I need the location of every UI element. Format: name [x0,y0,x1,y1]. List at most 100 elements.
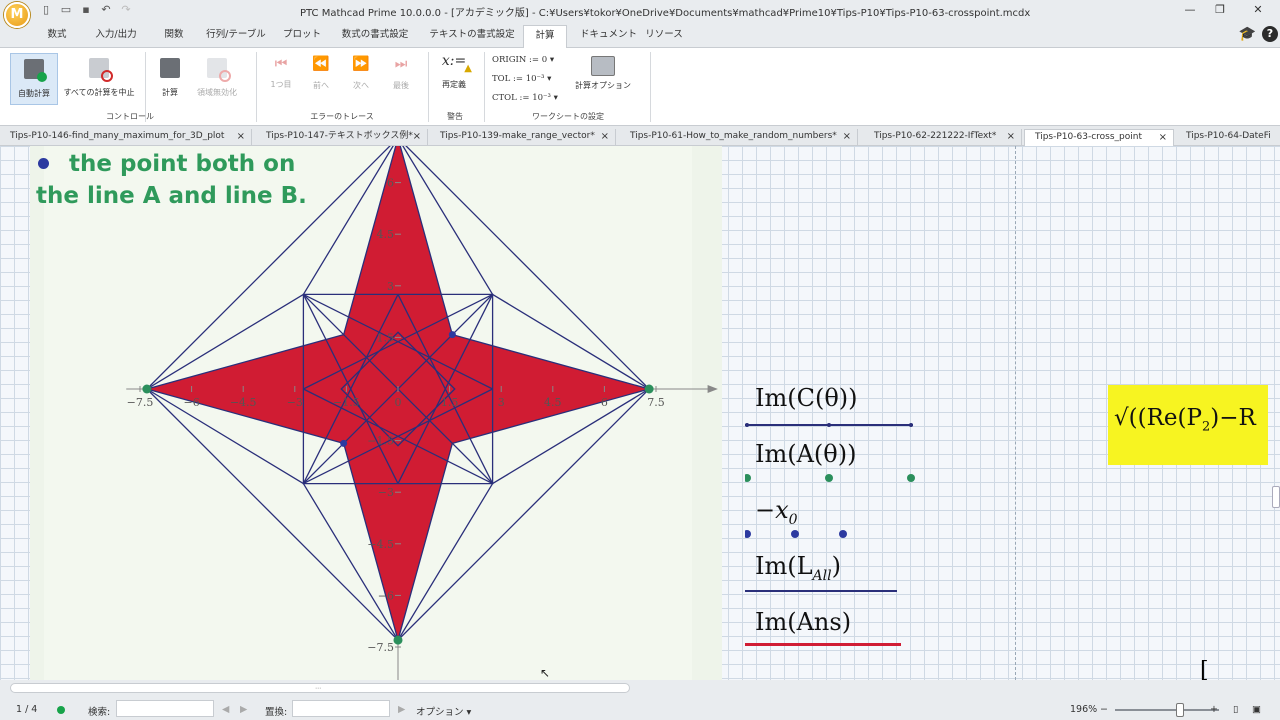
calculator-stop-icon [89,58,113,82]
academic-cap-icon[interactable]: 🎓 [1239,26,1256,42]
calculate-label: 計算 [162,88,178,97]
doc-tab[interactable]: Tips-P10-62-221222-IfText* × [864,129,1022,146]
next-arrow-icon: ⏩ [352,56,370,72]
legend-line-l-all [745,590,897,592]
zoom-in-icon[interactable]: + [1210,704,1218,715]
help-button[interactable]: ? [1262,26,1278,42]
auto-calc-button[interactable]: 自動計算 [10,53,58,105]
y-tick-label: −4.5 [367,538,394,551]
save-icon[interactable]: ▪ [80,4,92,16]
close-window-button[interactable]: ✕ [1248,3,1268,16]
x-tick-label: −3 [287,396,303,409]
tab-math[interactable]: 数式 [40,27,74,48]
y-tick-label: −1.5 [367,435,394,448]
next-error-button[interactable]: ⏩ 次へ [346,56,376,91]
tab-text-formatting[interactable]: テキストの書式設定 [428,27,516,48]
error-trace-group-label: エラーのトレース [310,112,374,121]
page-view-icon[interactable]: ▯ [1233,704,1238,715]
tab-resources[interactable]: リソース [644,27,684,48]
redefine-button[interactable]: x:= ▲ 再定義 [436,53,472,90]
undo-icon[interactable]: ↶ [100,4,112,16]
close-tab-icon[interactable]: × [237,129,245,144]
horizontal-scrollbar[interactable]: ⋯ [10,683,630,693]
annotation-line1: the point both on [69,151,296,177]
last-error-button[interactable]: ⏭ 最後 [386,56,416,91]
redo-icon[interactable]: ↷ [120,4,132,16]
first-error-button[interactable]: ⏮ 1つ目 [266,56,296,90]
calc-options-button[interactable]: 計算オプション [572,53,634,91]
zoom-slider-thumb[interactable] [1176,703,1184,717]
prev-error-button[interactable]: ⏪ 前へ [306,56,336,91]
star-plot[interactable]: −7.5−6−4.5−3−1.501.534.567.57.564.531.5−… [30,146,722,680]
matrix-bracket: [ [1200,658,1209,680]
tab-input-output[interactable]: 入力/出力 [88,27,144,48]
zoom-out-icon[interactable]: − [1100,704,1108,715]
window-title: PTC Mathcad Prime 10.0.0.0 - [アカデミック版] -… [300,8,1031,19]
sqrt-expression: √((Re(P2)−R [1114,405,1256,435]
highlighted-expression[interactable]: √((Re(P2)−R [1108,385,1268,465]
restore-button[interactable]: ❐ [1210,3,1230,16]
doc-tab-active[interactable]: Tips-P10-63-cross_point × [1024,129,1174,146]
zoom-slider[interactable] [1115,709,1219,711]
new-file-icon[interactable]: ▯ [40,4,52,16]
mathcad-logo[interactable]: M [4,2,30,28]
cross-point-marker [448,331,456,339]
bullet-icon [38,158,49,169]
draft-view-icon[interactable]: ▣ [1252,704,1261,715]
search-next-icon[interactable]: ▶ [240,704,247,715]
y-tick-label: −6 [378,589,394,602]
doc-tab[interactable]: Tips-P10-146-find_many_maximum_for_3D_pl… [0,129,252,146]
control-group-label: コントロール [106,112,154,121]
close-tab-icon[interactable]: × [413,129,421,144]
redefine-warning-icon: x:= ▲ [441,53,472,74]
x-tick-label: 4.5 [544,396,562,409]
doc-tab[interactable]: Tips-P10-147-テキストボックス例* × [256,129,428,146]
last-label: 最後 [393,81,409,90]
open-folder-icon[interactable]: ▭ [60,4,72,16]
search-prev-icon[interactable]: ◀ [222,704,229,715]
tab-math-formatting[interactable]: 数式の書式設定 [336,27,414,48]
replace-input[interactable] [292,700,390,717]
close-tab-icon[interactable]: × [1159,130,1167,145]
tab-matrices-tables[interactable]: 行列/テーブル [206,27,266,48]
tab-calculation[interactable]: 計算 [523,25,567,49]
calculate-button[interactable]: 計算 [155,53,185,98]
plot-legend[interactable]: Im(C(θ)) Im(A(θ)) −x0 Im(LAll) Im(Ans) [745,384,925,654]
ribbon-calculation: 自動計算 すべての計算を中止 計算 領域無効化 コントロール ⏮ 1つ目 ⏪ 前… [0,48,1280,126]
stop-all-calc-button[interactable]: すべての計算を中止 [62,53,136,98]
tab-functions[interactable]: 関数 [158,27,190,48]
legend-line-c [745,423,913,427]
close-tab-icon[interactable]: × [843,129,851,144]
search-options-button[interactable]: オプション ▾ [416,704,471,718]
x-tick-label: −6 [183,396,199,409]
minimize-button[interactable]: — [1180,3,1200,16]
warning-group-label: 警告 [447,112,463,121]
x-tick-label: 1.5 [441,396,459,409]
y-tick-label: 1.5 [377,331,395,344]
ribbon-tabs: 数式 入力/出力 関数 行列/テーブル プロット 数式の書式設定 テキストの書式… [0,22,1280,49]
worksheet-canvas[interactable]: −7.5−6−4.5−3−1.501.534.567.57.564.531.5−… [0,146,1280,680]
search-input[interactable] [116,700,214,717]
ctol-setting[interactable]: CTOL := 10⁻³ ▾ [492,93,558,103]
replace-arrow-icon[interactable]: ▶ [398,704,405,715]
disable-region-button[interactable]: 領域無効化 [192,53,242,98]
replace-label: 置換: [265,707,288,718]
doc-tab[interactable]: Tips-P10-61-How_to_make_random_numbers* × [620,129,858,146]
vertical-scroll-knob[interactable] [1272,486,1280,508]
page-indicator: 1 / 4 [16,704,38,715]
annotation-text[interactable]: the point both on the line A and line B. [36,148,307,212]
x-axis-arrow-icon [707,385,718,393]
doc-tab[interactable]: Tips-P10-64-DateFi [1176,129,1280,146]
outer-point-marker [142,384,152,394]
tol-setting[interactable]: TOL := 10⁻³ ▾ [492,74,551,84]
star-fill [144,146,652,643]
close-tab-icon[interactable]: × [601,129,609,144]
tab-plots[interactable]: プロット [282,27,322,48]
calculator-icon [160,58,180,78]
origin-setting[interactable]: ORIGIN := 0 ▾ [492,55,554,65]
tab-document[interactable]: ドキュメント [580,27,637,48]
x-tick-label: −4.5 [230,396,257,409]
doc-tab[interactable]: Tips-P10-139-make_range_vector* × [430,129,616,146]
close-tab-icon[interactable]: × [1007,129,1015,144]
zoom-level: 196% [1070,704,1098,715]
